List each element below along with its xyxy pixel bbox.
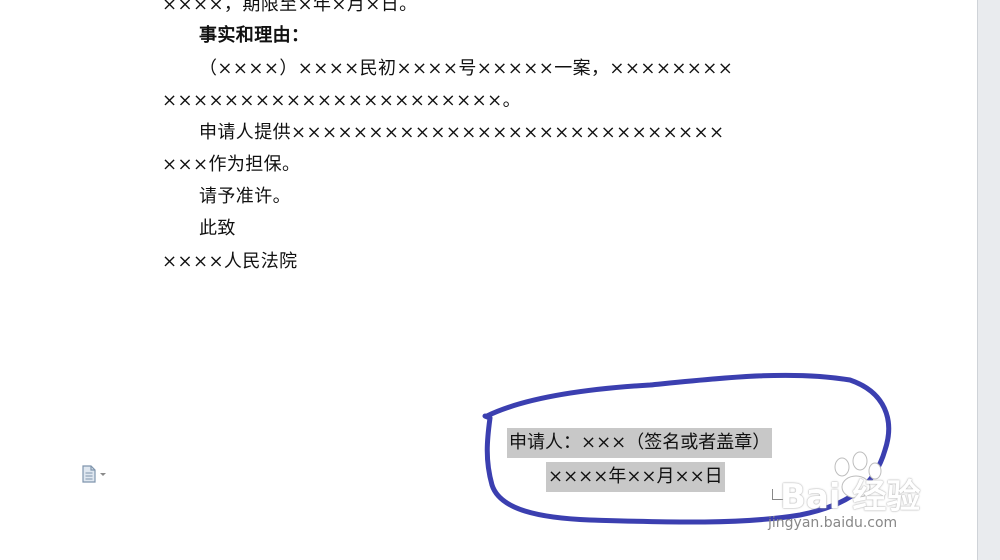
right-gutter [977, 0, 1000, 560]
text-line-4: ××××××××××××××××××××××。 [162, 90, 522, 111]
document-page: ××××，期限至×年×月×日。 事实和理由： （××××）××××民初××××号… [0, 0, 977, 560]
court-name: ××××人民法院 [162, 251, 298, 272]
text-line-3: （××××）××××民初××××号×××××一案，×××××××× [199, 58, 734, 79]
text-line-6: ×××作为担保。 [162, 154, 301, 175]
paragraph-mark-icon [772, 489, 785, 500]
text-line-8: 此致 [199, 218, 236, 239]
text-line-5: 申请人提供×××××××××××××××××××××××××××× [199, 122, 725, 143]
signature-date: ××××年××月××日 [546, 462, 725, 492]
section-heading: 事实和理由： [199, 25, 310, 46]
text-line-7: 请予准许。 [199, 186, 291, 207]
signature-applicant: 申请人：×××（签名或者盖章） [507, 428, 773, 458]
text-line-1: ××××，期限至×年×月×日。 [162, 0, 418, 15]
document-options-icon[interactable] [80, 464, 112, 484]
